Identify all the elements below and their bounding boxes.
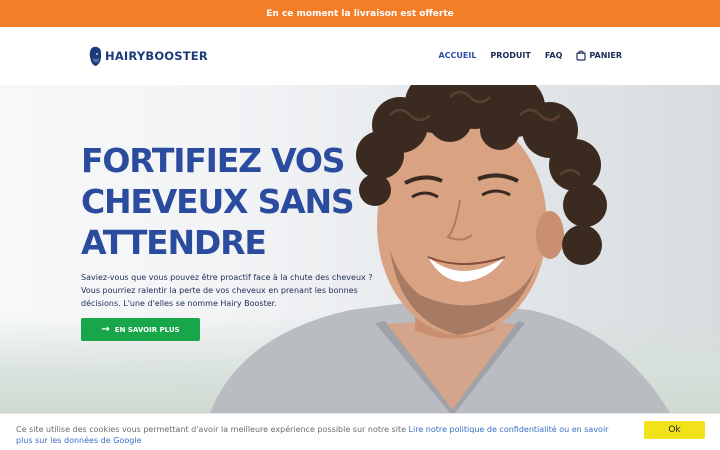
cookie-accept-button[interactable]: Ok: [644, 421, 705, 439]
brand-logo[interactable]: HAIRYBOOSTER: [89, 45, 208, 67]
cookie-text: Ce site utilise des cookies vous permett…: [16, 425, 409, 434]
nav-item-accueil[interactable]: ACCUEIL: [438, 51, 476, 60]
learn-more-button[interactable]: → EN SAVOIR PLUS: [81, 318, 200, 341]
nav-item-panier[interactable]: PANIER: [576, 50, 622, 61]
hero-headline-line-2: CHEVEUX SANS: [81, 182, 355, 221]
nav-item-produit[interactable]: PRODUIT: [490, 51, 530, 60]
brand-name: HAIRYBOOSTER: [105, 49, 208, 63]
announcement-bar: En ce moment la livraison est offerte: [0, 0, 720, 27]
announcement-text: En ce moment la livraison est offerte: [266, 8, 454, 19]
hero-headline: FORTIFIEZ VOS CHEVEUX SANS ATTENDRE: [81, 140, 381, 263]
main-nav: ACCUEIL PRODUIT FAQ PANIER: [438, 50, 622, 61]
site-header: HAIRYBOOSTER ACCUEIL PRODUIT FAQ PANIER: [0, 27, 720, 85]
shopping-bag-icon: [576, 50, 586, 61]
hero-subtitle: Saviez-vous que vous pouvez être proacti…: [81, 273, 373, 308]
learn-more-label: EN SAVOIR PLUS: [114, 325, 180, 334]
cookie-message: Ce site utilise des cookies vous permett…: [16, 424, 626, 446]
nav-item-panier-label: PANIER: [589, 51, 622, 60]
hero-headline-line-1: FORTIFIEZ VOS: [81, 141, 345, 180]
cookie-banner: Ce site utilise des cookies vous permett…: [0, 413, 720, 450]
hero-section: FORTIFIEZ VOS CHEVEUX SANS ATTENDRE Savi…: [0, 85, 720, 413]
bearded-man-logo-icon: [89, 46, 101, 66]
nav-item-faq[interactable]: FAQ: [545, 51, 563, 60]
hero-headline-line-3: ATTENDRE: [81, 223, 267, 262]
arrow-right-icon: →: [101, 323, 110, 335]
